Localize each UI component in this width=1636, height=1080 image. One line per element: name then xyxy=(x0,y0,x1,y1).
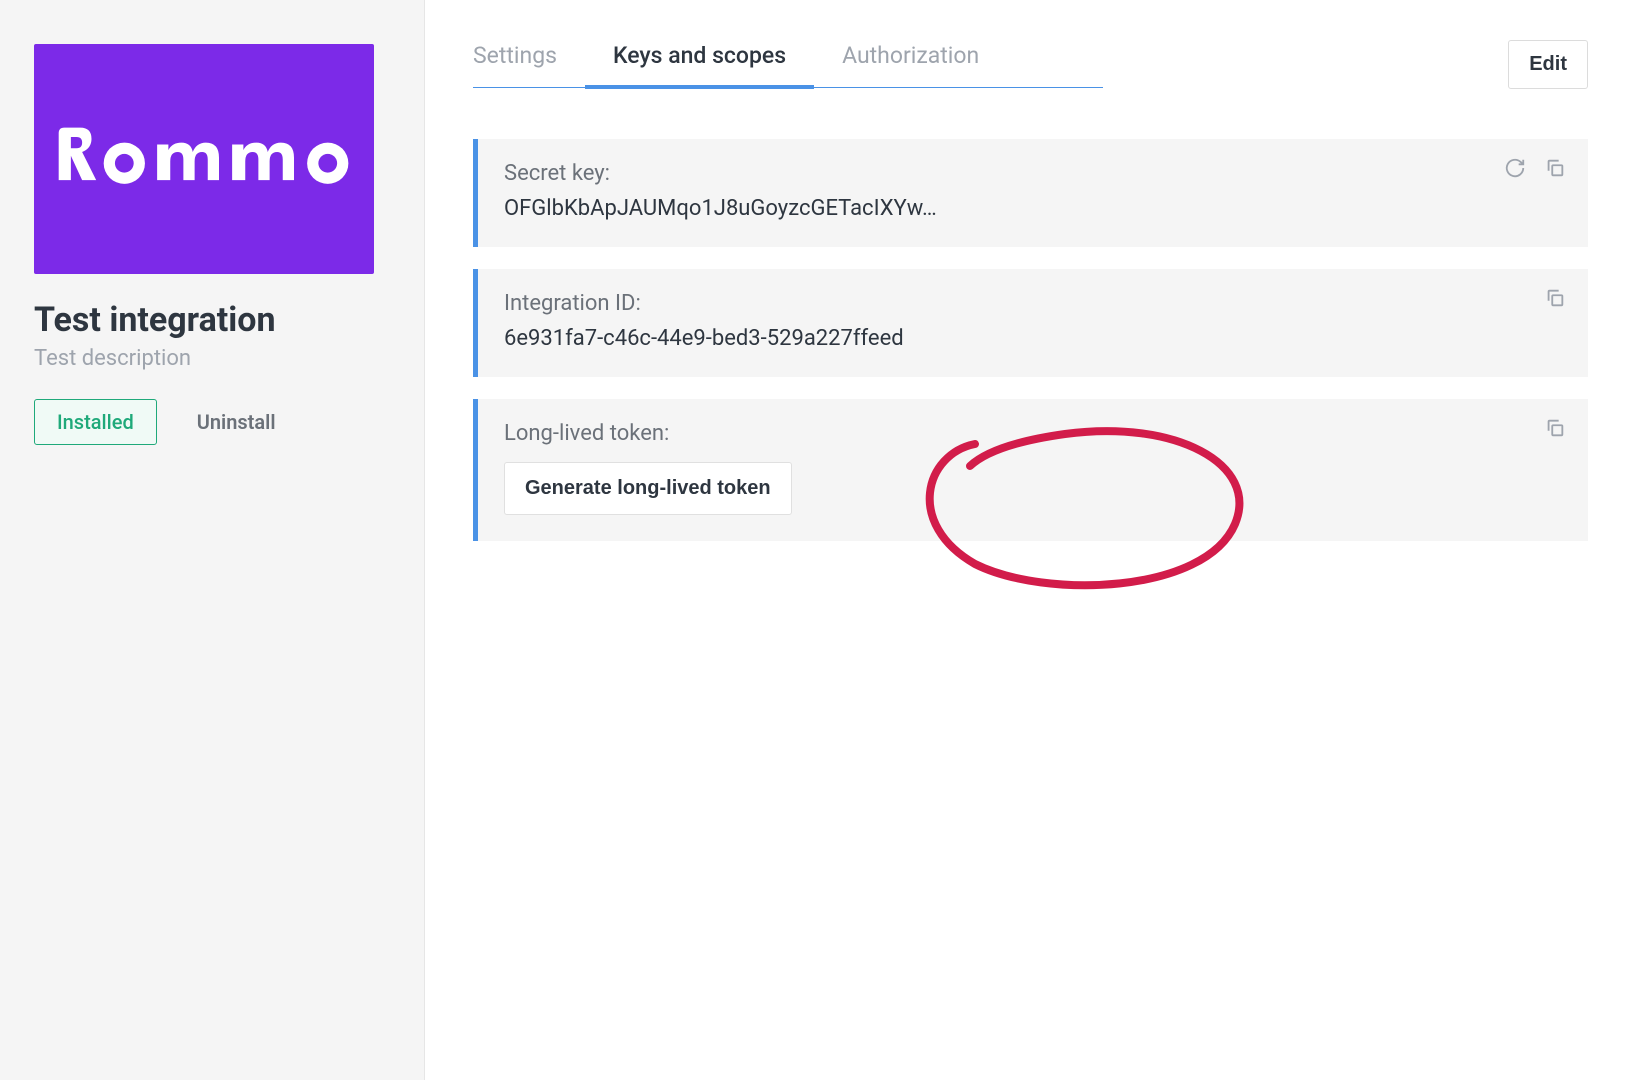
secret-key-label: Secret key: xyxy=(504,161,1562,186)
secret-key-card: Secret key: OFGlbKbApJAUMqo1J8uGoyzcGETa… xyxy=(473,139,1588,247)
copy-icon[interactable] xyxy=(1544,287,1566,309)
uninstall-link[interactable]: Uninstall xyxy=(197,410,276,434)
integration-id-value: 6e931fa7-c46c-44e9-bed3-529a227ffeed xyxy=(504,326,1562,351)
tab-keys-and-scopes[interactable]: Keys and scopes xyxy=(585,42,814,87)
kommo-logo-icon xyxy=(54,122,354,197)
integration-id-label: Integration ID: xyxy=(504,291,1562,316)
generate-long-lived-token-button[interactable]: Generate long-lived token xyxy=(504,462,792,515)
long-lived-token-label: Long-lived token: xyxy=(504,421,1562,446)
main-panel: Settings Keys and scopes Authorization E… xyxy=(425,0,1636,1080)
edit-button[interactable]: Edit xyxy=(1508,40,1588,89)
tab-authorization[interactable]: Authorization xyxy=(814,42,1007,87)
tab-settings[interactable]: Settings xyxy=(473,42,585,87)
integration-id-card: Integration ID: 6e931fa7-c46c-44e9-bed3-… xyxy=(473,269,1588,377)
long-lived-token-card: Long-lived token: Generate long-lived to… xyxy=(473,399,1588,541)
refresh-icon[interactable] xyxy=(1504,157,1526,179)
installed-badge: Installed xyxy=(34,399,157,445)
integration-title: Test integration xyxy=(34,300,390,340)
secret-key-value: OFGlbKbApJAUMqo1J8uGoyzcGETacIXYw… xyxy=(504,196,1562,221)
copy-icon[interactable] xyxy=(1544,157,1566,179)
integration-logo xyxy=(34,44,374,274)
copy-icon[interactable] xyxy=(1544,417,1566,439)
tabs: Settings Keys and scopes Authorization xyxy=(473,42,1103,88)
sidebar: Test integration Test description Instal… xyxy=(0,0,425,1080)
integration-description: Test description xyxy=(34,346,390,371)
